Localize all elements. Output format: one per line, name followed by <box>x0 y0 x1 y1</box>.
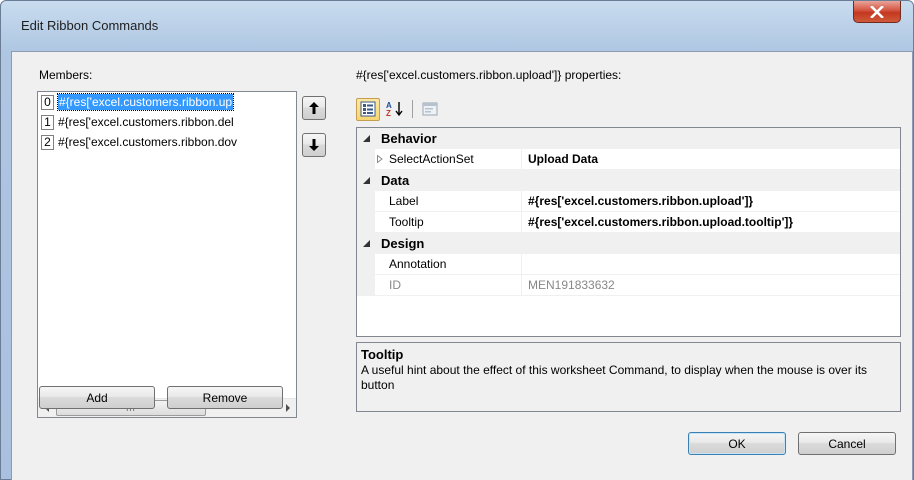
close-button[interactable] <box>853 1 901 23</box>
property-name-text: ID <box>389 278 401 292</box>
description-text: A useful hint about the effect of this w… <box>361 363 868 392</box>
dialog-window: Edit Ribbon Commands Members: 0 #{res['ex… <box>0 0 914 480</box>
title-bar[interactable]: Edit Ribbon Commands <box>1 1 913 51</box>
alphabetical-button[interactable]: A Z <box>383 98 407 121</box>
property-row[interactable]: Annotation <box>357 254 900 275</box>
collapse-icon[interactable] <box>357 128 375 148</box>
row-margin <box>357 212 375 232</box>
expand-icon[interactable] <box>377 149 383 171</box>
category-name: Behavior <box>381 131 437 146</box>
sort-az-icon: A Z <box>386 101 403 117</box>
window-title: Edit Ribbon Commands <box>21 18 159 33</box>
members-items: 0 #{res['excel.customers.ribbon.up 1 #{res[… <box>38 92 296 398</box>
property-name-text: SelectActionSet <box>389 152 474 166</box>
close-x-icon <box>870 5 884 18</box>
description-title: Tooltip <box>361 347 404 362</box>
item-index: 0 <box>41 94 54 110</box>
list-item[interactable]: 2 #{res['excel.customers.ribbon.dov <box>38 132 296 152</box>
property-row[interactable]: SelectActionSet Upload Data <box>357 149 900 170</box>
categorized-icon <box>360 101 376 117</box>
ok-button[interactable]: OK <box>688 432 786 455</box>
collapse-icon[interactable] <box>357 233 375 253</box>
property-value[interactable]: #{res['excel.customers.ribbon.upload.too… <box>522 212 900 232</box>
categorized-button[interactable] <box>356 97 380 121</box>
property-pages-button[interactable] <box>418 98 442 121</box>
row-margin <box>357 191 375 211</box>
item-text: #{res['excel.customers.ribbon.dov <box>58 135 238 149</box>
property-grid-toolbar: A Z <box>356 97 442 121</box>
property-name-text: Label <box>389 194 419 208</box>
property-row[interactable]: Tooltip #{res['excel.customers.ribbon.upl… <box>357 212 900 233</box>
properties-header: #{res['excel.customers.ribbon.upload']} … <box>356 68 622 82</box>
move-down-button[interactable] <box>302 133 326 157</box>
property-row[interactable]: Label #{res['excel.customers.ribbon.uploa… <box>357 191 900 212</box>
members-label: Members: <box>39 68 93 82</box>
property-value[interactable]: #{res['excel.customers.ribbon.upload']} <box>522 191 900 211</box>
property-name[interactable]: Tooltip <box>375 212 522 232</box>
property-name[interactable]: SelectActionSet <box>375 149 522 169</box>
item-index: 1 <box>41 114 54 130</box>
dialog-client-area: Members: 0 #{res['excel.customers.ribbon.… <box>11 51 913 480</box>
property-row[interactable]: ID MEN191833632 <box>357 275 900 296</box>
category-name: Design <box>381 236 425 251</box>
category-row-data[interactable]: Data <box>357 170 900 191</box>
cancel-button[interactable]: Cancel <box>798 432 896 455</box>
property-name[interactable]: Label <box>375 191 522 211</box>
collapse-icon[interactable] <box>357 170 375 190</box>
move-up-button[interactable] <box>302 96 326 120</box>
property-pages-icon <box>422 102 438 116</box>
category-row-behavior[interactable]: Behavior <box>357 128 900 149</box>
members-listbox[interactable]: 0 #{res['excel.customers.ribbon.up 1 #{res[… <box>37 91 297 418</box>
arrow-up-icon <box>309 102 319 114</box>
description-panel: Tooltip A useful hint about the effect o… <box>356 342 901 412</box>
arrow-down-icon <box>309 139 319 151</box>
category-name: Data <box>381 173 410 188</box>
item-text: #{res['excel.customers.ribbon.up <box>56 93 235 111</box>
row-margin <box>357 275 375 295</box>
property-value[interactable]: MEN191833632 <box>522 275 900 295</box>
row-margin <box>357 149 375 169</box>
toolbar-separator <box>412 100 413 118</box>
property-name[interactable]: ID <box>375 275 522 295</box>
property-name-text: Tooltip <box>389 215 424 229</box>
property-value[interactable] <box>522 254 900 274</box>
row-margin <box>357 254 375 274</box>
list-item[interactable]: 1 #{res['excel.customers.ribbon.del <box>38 112 296 132</box>
property-name-text: Annotation <box>389 257 447 271</box>
add-button[interactable]: Add <box>39 386 155 409</box>
property-grid[interactable]: Behavior SelectActionSet Upload Data Data La… <box>356 127 901 337</box>
remove-button[interactable]: Remove <box>167 386 283 409</box>
property-value[interactable]: Upload Data <box>522 149 900 169</box>
item-text: #{res['excel.customers.ribbon.del <box>58 115 234 129</box>
property-name[interactable]: Annotation <box>375 254 522 274</box>
svg-text:Z: Z <box>386 109 391 117</box>
list-item[interactable]: 0 #{res['excel.customers.ribbon.up <box>38 92 296 112</box>
item-index: 2 <box>41 134 54 150</box>
category-row-design[interactable]: Design <box>357 233 900 254</box>
